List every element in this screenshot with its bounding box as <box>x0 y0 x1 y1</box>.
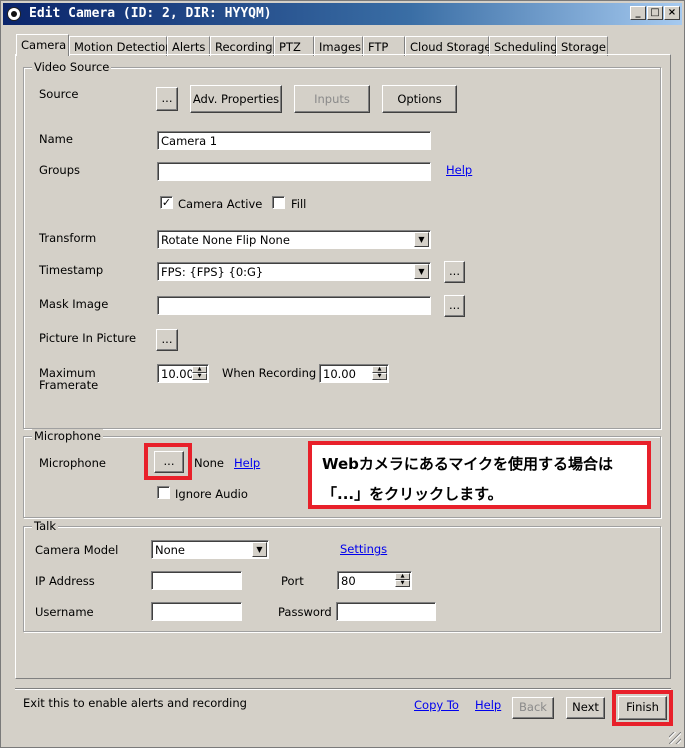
status-text: Exit this to enable alerts and recording <box>23 696 247 710</box>
chevron-down-icon[interactable]: ▼ <box>414 264 429 279</box>
minimize-button[interactable]: _ <box>630 6 646 20</box>
microphone-browse-button[interactable]: ... <box>154 451 184 473</box>
copy-to-link[interactable]: Copy To <box>414 698 459 712</box>
tab-cloud-storage[interactable]: Cloud Storage <box>405 36 492 56</box>
timestamp-select-value: FPS: {FPS} {0:G} <box>161 265 264 279</box>
camera-model-value: None <box>155 543 186 557</box>
groups-help-link[interactable]: Help <box>446 163 472 177</box>
camera-app-icon <box>7 7 21 21</box>
timestamp-browse-button[interactable]: ... <box>444 261 465 283</box>
microphone-value: None <box>194 456 225 470</box>
max-framerate-value: 10.00 <box>161 367 194 381</box>
spinner-arrows-icon[interactable]: ▲ ▼ <box>372 366 387 381</box>
mask-image-input[interactable] <box>157 296 431 315</box>
adv-properties-button[interactable]: Adv. Properties <box>190 85 282 113</box>
finish-button[interactable]: Finish <box>618 696 667 720</box>
source-browse-button[interactable]: ... <box>156 87 178 111</box>
password-input[interactable] <box>336 602 436 621</box>
close-button[interactable]: × <box>664 6 680 20</box>
inputs-button[interactable]: Inputs <box>294 85 370 113</box>
next-button[interactable]: Next <box>566 697 605 719</box>
tab-alerts[interactable]: Alerts <box>167 36 210 56</box>
options-button[interactable]: Options <box>382 85 457 113</box>
mask-image-browse-button[interactable]: ... <box>444 295 465 317</box>
groups-input[interactable] <box>157 162 431 181</box>
transform-select[interactable]: Rotate None Flip None ▼ <box>157 230 431 249</box>
when-recording-label: When Recording <box>222 366 317 380</box>
port-value: 80 <box>341 574 356 588</box>
talk-group-label: Talk <box>32 519 59 533</box>
tab-camera[interactable]: Camera <box>16 34 69 56</box>
video-source-group-label: Video Source <box>32 60 112 74</box>
chevron-down-icon[interactable]: ▼ <box>252 542 267 557</box>
max-framerate-label-line2: Framerate <box>39 378 99 392</box>
fill-label: Fill <box>291 197 307 211</box>
tab-storage[interactable]: Storage <box>556 36 608 56</box>
talk-settings-link[interactable]: Settings <box>340 542 387 556</box>
tab-ftp[interactable]: FTP <box>363 36 405 56</box>
mask-image-label: Mask Image <box>39 297 109 311</box>
chevron-down-icon[interactable]: ▼ <box>414 232 429 247</box>
password-label: Password <box>278 605 332 619</box>
camera-model-select[interactable]: None ▼ <box>151 540 269 559</box>
max-framerate-stepper[interactable]: 10.00 ▲ ▼ <box>157 364 209 383</box>
transform-select-value: Rotate None Flip None <box>161 233 290 247</box>
timestamp-select[interactable]: FPS: {FPS} {0:G} ▼ <box>157 262 431 281</box>
spinner-arrows-icon[interactable]: ▲ ▼ <box>395 573 410 588</box>
window-title: Edit Camera (ID: 2, DIR: HYYQM) <box>29 6 272 21</box>
tab-ptz[interactable]: PTZ <box>274 36 314 56</box>
ignore-audio-checkbox[interactable] <box>157 486 170 499</box>
tab-images[interactable]: Images <box>314 36 363 56</box>
ip-address-input[interactable] <box>151 571 242 590</box>
ignore-audio-label: Ignore Audio <box>175 487 248 501</box>
microphone-group-label: Microphone <box>32 429 103 443</box>
annotation-line1: Webカメラにあるマイクを使用する場合は <box>322 455 614 473</box>
maximize-button[interactable]: □ <box>647 6 663 20</box>
fill-checkbox[interactable] <box>272 196 285 209</box>
resize-grip-icon[interactable] <box>669 732 681 744</box>
port-stepper[interactable]: 80 ▲ ▼ <box>337 571 412 590</box>
source-label: Source <box>39 87 79 101</box>
title-bar[interactable]: Edit Camera (ID: 2, DIR: HYYQM) _ □ × <box>3 3 682 25</box>
spinner-arrows-icon[interactable]: ▲ ▼ <box>192 366 207 381</box>
ip-address-label: IP Address <box>35 574 95 588</box>
annotation-line2: 「...」をクリックします。 <box>322 485 503 503</box>
tab-recording[interactable]: Recording <box>210 36 274 56</box>
port-label: Port <box>281 574 304 588</box>
camera-model-label: Camera Model <box>35 543 119 557</box>
username-label: Username <box>35 605 94 619</box>
footer-separator <box>15 688 671 690</box>
tab-motion-detection[interactable]: Motion Detection <box>69 36 173 56</box>
username-input[interactable] <box>151 602 242 621</box>
footer-help-link[interactable]: Help <box>475 698 501 712</box>
microphone-help-link[interactable]: Help <box>234 456 260 470</box>
annotation-callout: Webカメラにあるマイクを使用する場合は 「...」をクリックします。 <box>308 441 651 509</box>
camera-active-label: Camera Active <box>178 197 263 211</box>
edit-camera-window: Edit Camera (ID: 2, DIR: HYYQM) _ □ × Ca… <box>0 0 685 748</box>
transform-label: Transform <box>39 231 97 245</box>
when-recording-stepper[interactable]: 10.00 ▲ ▼ <box>319 364 389 383</box>
microphone-label: Microphone <box>39 456 106 470</box>
camera-active-checkbox[interactable]: ✓ <box>160 196 173 209</box>
back-button[interactable]: Back <box>512 697 554 719</box>
picture-in-picture-browse-button[interactable]: ... <box>156 329 178 351</box>
when-recording-value: 10.00 <box>323 367 356 381</box>
name-input[interactable]: Camera 1 <box>157 131 431 150</box>
timestamp-label: Timestamp <box>39 263 104 277</box>
groups-label: Groups <box>39 163 81 177</box>
name-label: Name <box>39 132 73 146</box>
picture-in-picture-label: Picture In Picture <box>39 331 137 345</box>
tab-scheduling[interactable]: Scheduling <box>489 36 558 56</box>
